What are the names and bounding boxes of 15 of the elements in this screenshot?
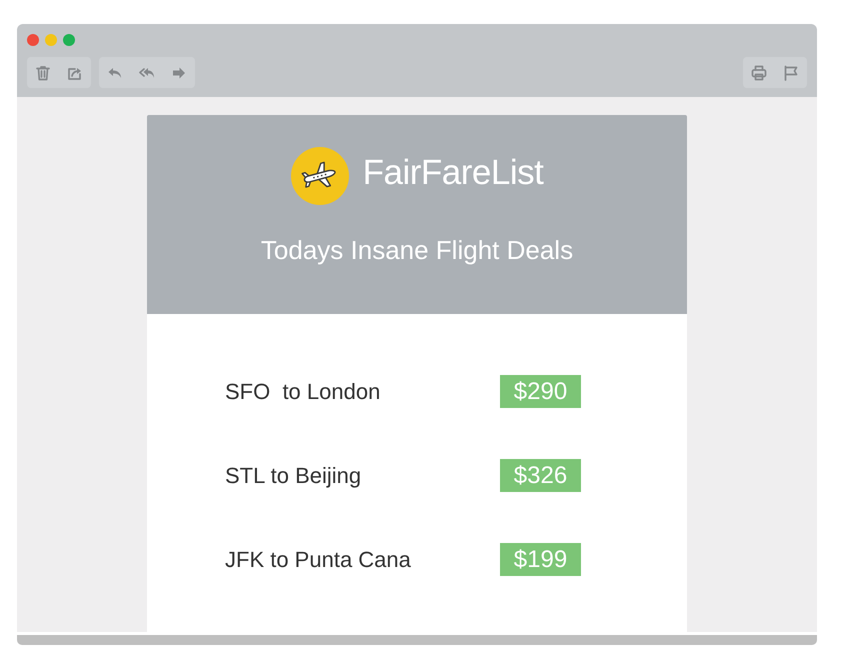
deal-route: JFK to Punta Cana [225,546,411,574]
price-tag: $290 [500,375,581,408]
close-window-icon[interactable] [27,34,39,46]
zoom-window-icon[interactable] [63,34,75,46]
deal-route: SFO to London [225,378,380,406]
airplane-logo-icon [290,147,349,205]
brand-name: FairFareList [362,153,544,193]
price-tag: $199 [500,543,581,576]
price-tag: $326 [500,459,581,492]
forward-icon [171,64,187,80]
headline: Todays Insane Flight Deals [260,234,574,266]
deal-route: STL to Beijing [225,462,362,490]
trash-icon [35,64,51,80]
flag-icon [783,64,799,80]
printer-icon [751,64,767,80]
